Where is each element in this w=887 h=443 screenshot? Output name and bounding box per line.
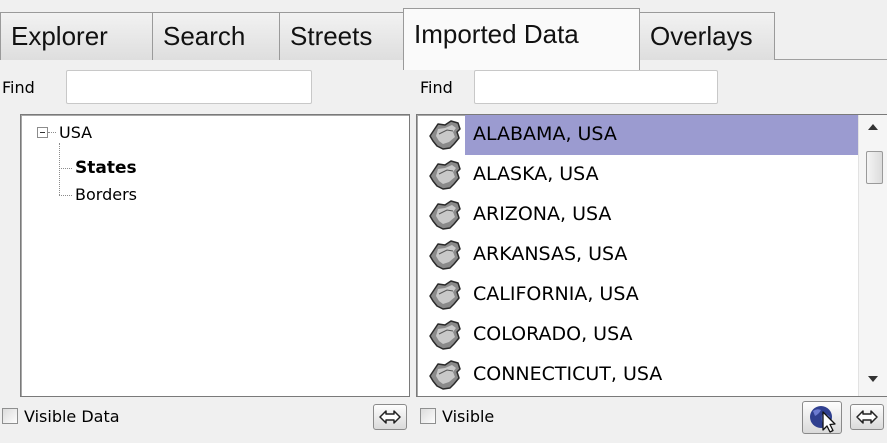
state-item-label: CONNECTICUT, USA	[473, 363, 663, 385]
scroll-down-arrow-icon[interactable]	[859, 367, 887, 393]
tab-search[interactable]: Search	[152, 12, 280, 60]
tab-explorer[interactable]: Explorer	[0, 12, 153, 60]
tab-imported-data[interactable]: Imported Data	[403, 8, 640, 70]
visible-data-label: Visible Data	[24, 407, 120, 426]
scroll-up-arrow-icon[interactable]	[859, 115, 887, 141]
tree-connector	[59, 168, 72, 169]
state-item-label: ARIZONA, USA	[473, 203, 612, 225]
state-shape-icon	[427, 358, 463, 392]
tab-overlays[interactable]: Overlays	[639, 12, 775, 60]
imported-data-window: Explorer Search Streets Imported Data Ov…	[0, 0, 887, 443]
state-list-item[interactable]: ALASKA, USA	[425, 155, 861, 195]
state-item-label: ARKANSAS, USA	[473, 243, 628, 265]
state-item-label: COLORADO, USA	[473, 323, 633, 345]
visible-checkbox[interactable]	[420, 408, 436, 424]
state-shape-icon	[427, 278, 463, 312]
tree-connector	[59, 195, 72, 196]
tree-node-states[interactable]: States	[75, 158, 137, 178]
collapse-toggle-icon[interactable]	[37, 127, 48, 138]
double-arrow-icon	[379, 410, 401, 424]
tree-panel: USA States Borders	[20, 114, 410, 397]
right-navigate-button[interactable]	[850, 404, 884, 430]
tree-connector	[59, 143, 60, 195]
state-list-item[interactable]: COLORADO, USA	[425, 315, 861, 355]
state-list-item[interactable]: ALABAMA, USA	[425, 115, 861, 155]
state-list-item[interactable]: CALIFORNIA, USA	[425, 275, 861, 315]
state-list-item[interactable]: ARIZONA, USA	[425, 195, 861, 235]
state-shape-icon	[427, 118, 463, 152]
state-list-item[interactable]: ARKANSAS, USA	[425, 235, 861, 275]
tree-node-usa[interactable]: USA	[59, 123, 92, 142]
right-find-input[interactable]	[474, 70, 718, 104]
tab-strip: Explorer Search Streets Imported Data Ov…	[0, 0, 887, 70]
visible-data-checkbox[interactable]	[2, 408, 18, 424]
double-arrow-icon	[856, 410, 878, 424]
state-shape-icon	[427, 158, 463, 192]
state-item-label: CALIFORNIA, USA	[473, 283, 639, 305]
state-list-item[interactable]: CONNECTICUT, USA	[425, 355, 861, 395]
visible-label: Visible	[442, 407, 495, 426]
left-find-label: Find	[2, 78, 35, 97]
right-find-label: Find	[420, 78, 453, 97]
left-find-input[interactable]	[66, 70, 312, 104]
state-item-label: ALASKA, USA	[473, 163, 599, 185]
list-scrollbar[interactable]	[858, 115, 887, 396]
state-item-label: ALABAMA, USA	[473, 123, 617, 145]
scroll-thumb[interactable]	[866, 151, 883, 184]
state-list-panel: ALABAMA, USA ALASKA, USA ARIZONA, USA ARKAN…	[416, 114, 887, 397]
tab-streets[interactable]: Streets	[279, 12, 404, 60]
state-shape-icon	[427, 198, 463, 232]
left-navigate-button[interactable]	[373, 404, 407, 430]
tree-node-borders[interactable]: Borders	[75, 185, 137, 204]
globe-cursor-icon	[810, 406, 836, 433]
state-shape-icon	[427, 318, 463, 352]
globe-select-button[interactable]	[802, 401, 842, 434]
state-shape-icon	[427, 238, 463, 272]
tree-connector	[48, 132, 56, 133]
